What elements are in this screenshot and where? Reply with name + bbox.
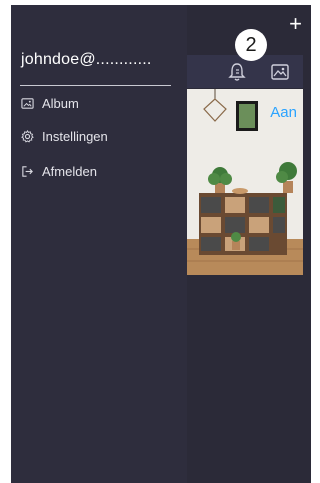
menu-item-label: Instellingen bbox=[42, 128, 108, 144]
gear-icon bbox=[21, 129, 34, 143]
notification-bell-icon[interactable] bbox=[227, 62, 247, 82]
add-button[interactable]: + bbox=[289, 13, 302, 35]
menu-item-logout[interactable]: Afmelden bbox=[21, 160, 181, 182]
app-window: + 2 Aan johndoe@............ Album Inste… bbox=[11, 5, 311, 483]
status-label: Aan bbox=[270, 104, 297, 121]
photo-icon[interactable] bbox=[270, 62, 290, 82]
menu-item-label: Album bbox=[42, 95, 79, 111]
divider bbox=[20, 85, 171, 86]
main-area: + 2 Aan bbox=[187, 5, 311, 483]
menu-item-settings[interactable]: Instellingen bbox=[21, 125, 181, 147]
image-icon bbox=[21, 97, 34, 109]
camera-thumbnail[interactable]: Aan bbox=[187, 89, 303, 275]
user-email: johndoe@............ bbox=[21, 51, 152, 68]
step-badge: 2 bbox=[235, 29, 267, 61]
menu-item-label: Afmelden bbox=[42, 163, 97, 179]
menu-item-album[interactable]: Album bbox=[21, 92, 181, 114]
sign-out-icon bbox=[22, 165, 33, 177]
side-drawer: johndoe@............ Album Instellingen bbox=[11, 5, 187, 483]
